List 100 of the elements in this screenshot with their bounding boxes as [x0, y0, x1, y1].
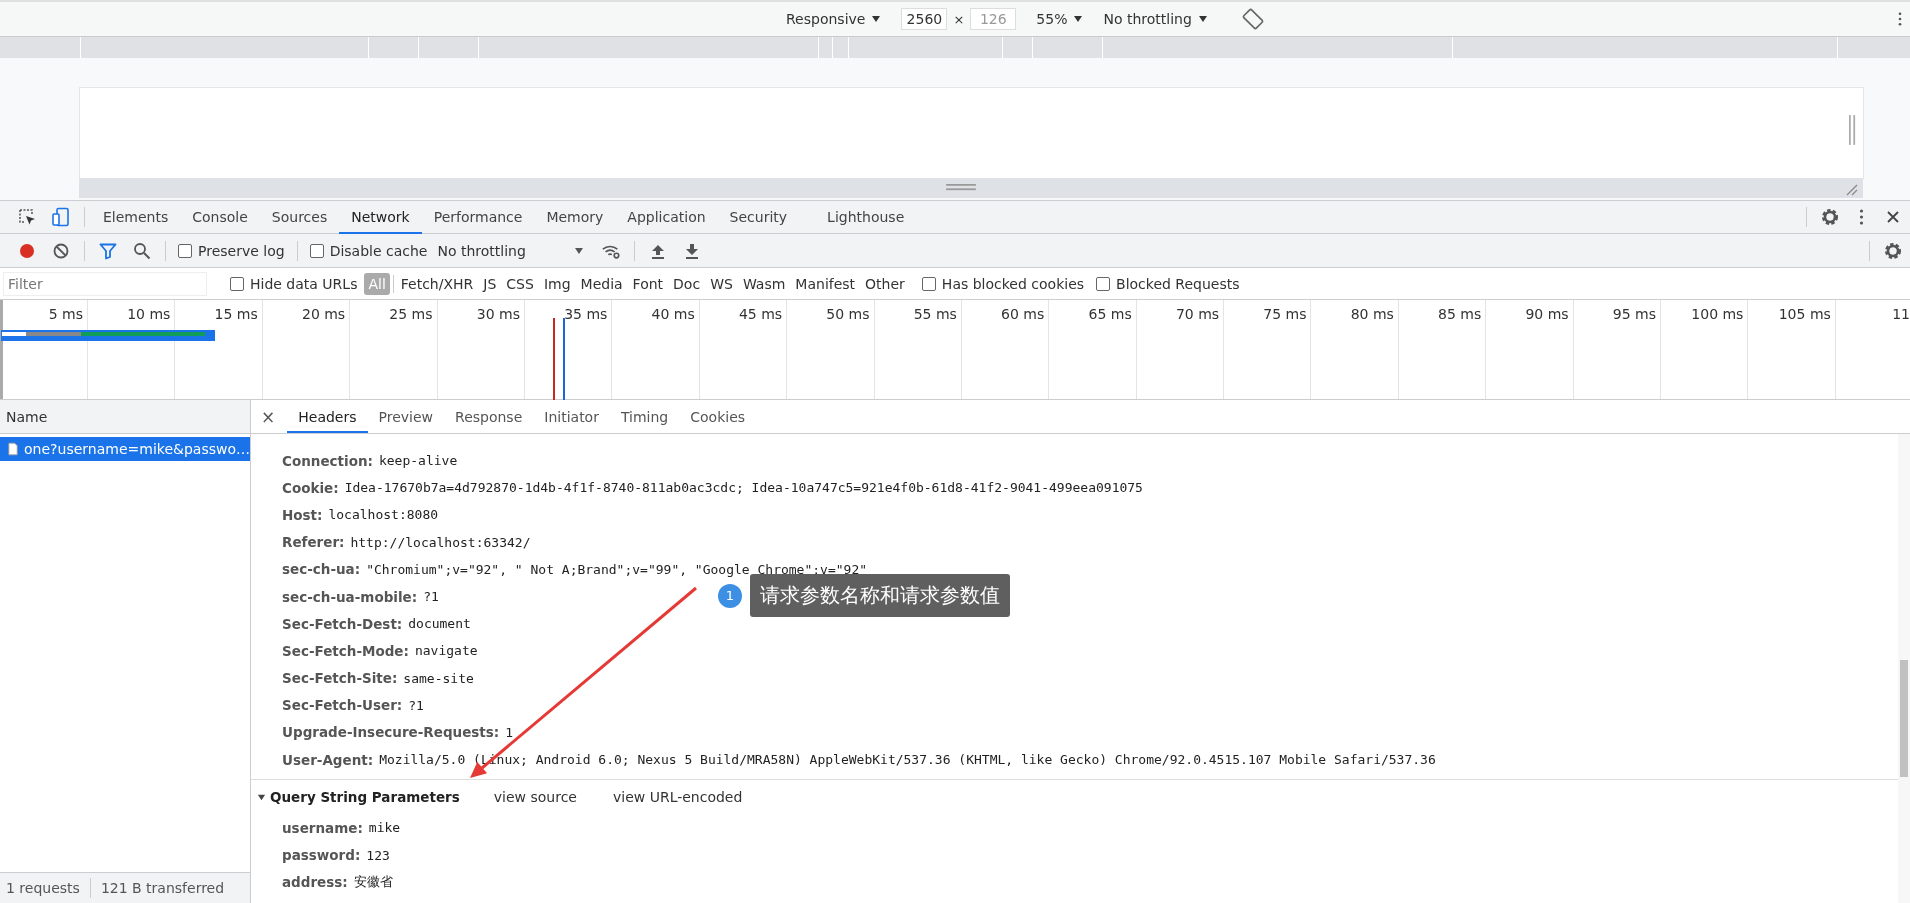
time-tick-label: 20 ms [301, 306, 346, 322]
type-filter[interactable]: JS [479, 272, 501, 295]
type-filter[interactable]: CSS [502, 272, 538, 295]
time-tick-label: 75 ms [1263, 306, 1307, 322]
type-filter[interactable]: Font [628, 272, 668, 295]
settings-icon[interactable] [1820, 207, 1840, 227]
type-filter[interactable]: Doc [669, 272, 705, 295]
type-filter[interactable]: Fetch/XHR [396, 272, 478, 295]
header-name: sec-ch-ua: [282, 561, 361, 578]
view-link[interactable]: view URL-encoded [612, 789, 743, 806]
resize-handle-icon[interactable] [1849, 113, 1856, 147]
header-name: Connection: [282, 452, 373, 469]
type-filter[interactable]: Img [539, 272, 575, 295]
triangle-icon [257, 792, 266, 802]
detail-tab[interactable]: Preview [367, 400, 445, 433]
header-name: Sec-Fetch-Mode: [282, 642, 409, 659]
scrollbar-thumb[interactable] [1900, 660, 1908, 777]
header-value: same-site [403, 670, 474, 686]
blocked-cookies-checkbox[interactable]: Has blocked cookies [921, 275, 1085, 292]
caret-icon [1073, 15, 1084, 23]
section-toggle[interactable]: Query String Parameters [257, 789, 460, 806]
status-text: 121 B transferred [100, 880, 225, 896]
panel-tab[interactable]: Security [717, 200, 800, 234]
document-icon [8, 441, 19, 457]
detail-tab[interactable]: Timing [609, 400, 680, 433]
search-icon[interactable] [132, 240, 152, 261]
header-value: Idea-17670b7a=4d792870-1d4b-4f1f-8740-811ab0ac3cdc; Idea-10a747c5=921e4f0b-61d8-41f2-9041-499eea091075 [344, 480, 1143, 496]
param-value: mike [368, 820, 401, 836]
zoom-dropdown[interactable]: 55% [1036, 11, 1084, 27]
header-name: Referer: [282, 534, 345, 551]
header-value: localhost:8080 [328, 507, 439, 523]
detail-tab[interactable]: Initiator [533, 400, 610, 433]
annotation-callout: 请求参数名称和请求参数值 [750, 574, 1010, 617]
time-tick-label: 45 ms [738, 306, 783, 322]
header-value: navigate [414, 643, 478, 659]
param-name: username: [282, 819, 363, 836]
time-tick-label: 80 ms [1350, 306, 1394, 322]
panel-tab[interactable]: Sources [259, 200, 340, 234]
header-value: ?1 [423, 589, 439, 605]
settings-icon[interactable] [1883, 240, 1903, 261]
panel-tab[interactable]: Lighthouse [815, 200, 917, 234]
times-sign: × [953, 11, 965, 27]
resize-handle-icon[interactable] [944, 184, 978, 191]
height-field[interactable]: 126 [970, 8, 1017, 30]
filter-field[interactable]: Filter [4, 272, 206, 295]
preserve-log-checkbox[interactable]: Preserve log [178, 242, 285, 259]
throttling-dropdown[interactable]: No throttling [1103, 11, 1208, 27]
header-name: User-Agent: [282, 751, 374, 768]
view-link[interactable]: view source [493, 789, 577, 806]
header-value: http://localhost:63342/ [350, 534, 531, 550]
blocked-requests-checkbox[interactable]: Blocked Requests [1096, 275, 1240, 292]
panel-tab[interactable]: Application [615, 200, 718, 234]
panel-tab[interactable]: Console [180, 200, 260, 234]
param-value: 123 [366, 847, 390, 863]
header-value: document [408, 616, 471, 632]
panel-tab[interactable]: Memory [534, 200, 616, 234]
time-tick-label: 50 ms [826, 306, 870, 322]
detail-tab[interactable]: Response [444, 400, 534, 433]
number-badge: 1 [718, 583, 742, 608]
time-tick-label: 5 ms [48, 306, 83, 322]
param-value: 安徽省 [353, 873, 393, 892]
time-tick-label: 15 ms [214, 306, 258, 322]
panel-tab[interactable]: Elements [91, 200, 181, 234]
more-icon[interactable] [1859, 209, 1864, 225]
inspect-icon[interactable] [17, 207, 37, 227]
detail-tab[interactable]: Headers [287, 400, 368, 433]
detail-tab[interactable]: Cookies [679, 400, 757, 433]
time-tick-label: 105 ms [1778, 306, 1831, 322]
header-name: Upgrade-Insecure-Requests: [282, 724, 500, 741]
time-tick-label: 100 ms [1691, 306, 1744, 322]
time-tick-label: 30 ms [476, 306, 520, 322]
time-tick-label: 95 ms [1612, 306, 1657, 322]
header-name: Cookie: [282, 479, 339, 496]
rotate-icon[interactable] [1241, 8, 1264, 30]
time-tick-label: 55 ms [913, 306, 957, 322]
header-value: 1 [505, 724, 514, 740]
hide-data-urls-checkbox[interactable]: Hide data URLs [230, 275, 358, 292]
panel-tab[interactable]: Performance [421, 200, 535, 234]
type-filter[interactable]: WS [706, 272, 737, 295]
disable-cache-checkbox[interactable]: Disable cache [309, 242, 428, 259]
type-filter[interactable]: Manifest [791, 272, 860, 295]
resize-corner-icon[interactable] [1844, 182, 1858, 196]
device-dropdown[interactable]: Responsive [786, 11, 882, 27]
type-filter[interactable]: Media [576, 272, 627, 295]
more-icon[interactable] [1898, 12, 1902, 26]
time-tick-label: 11 [1892, 306, 1910, 322]
width-field[interactable]: 2560 [901, 8, 948, 30]
time-tick-label: 85 ms [1438, 306, 1482, 322]
device-toggle-icon[interactable] [51, 207, 71, 227]
throttling-dropdown[interactable]: No throttling [437, 242, 584, 259]
header-name: Host: [282, 506, 323, 523]
close-button[interactable]: × [261, 406, 276, 427]
type-filter[interactable]: Other [861, 272, 909, 295]
request-row[interactable]: one?username=mike&passwo… [0, 437, 250, 461]
param-name: address: [282, 874, 348, 891]
time-tick-label: 70 ms [1175, 306, 1220, 322]
header-value: ?1 [408, 697, 424, 713]
column-header[interactable]: Name [0, 400, 250, 434]
time-tick-label: 25 ms [389, 306, 433, 322]
type-filter[interactable]: Wasm [738, 272, 790, 295]
